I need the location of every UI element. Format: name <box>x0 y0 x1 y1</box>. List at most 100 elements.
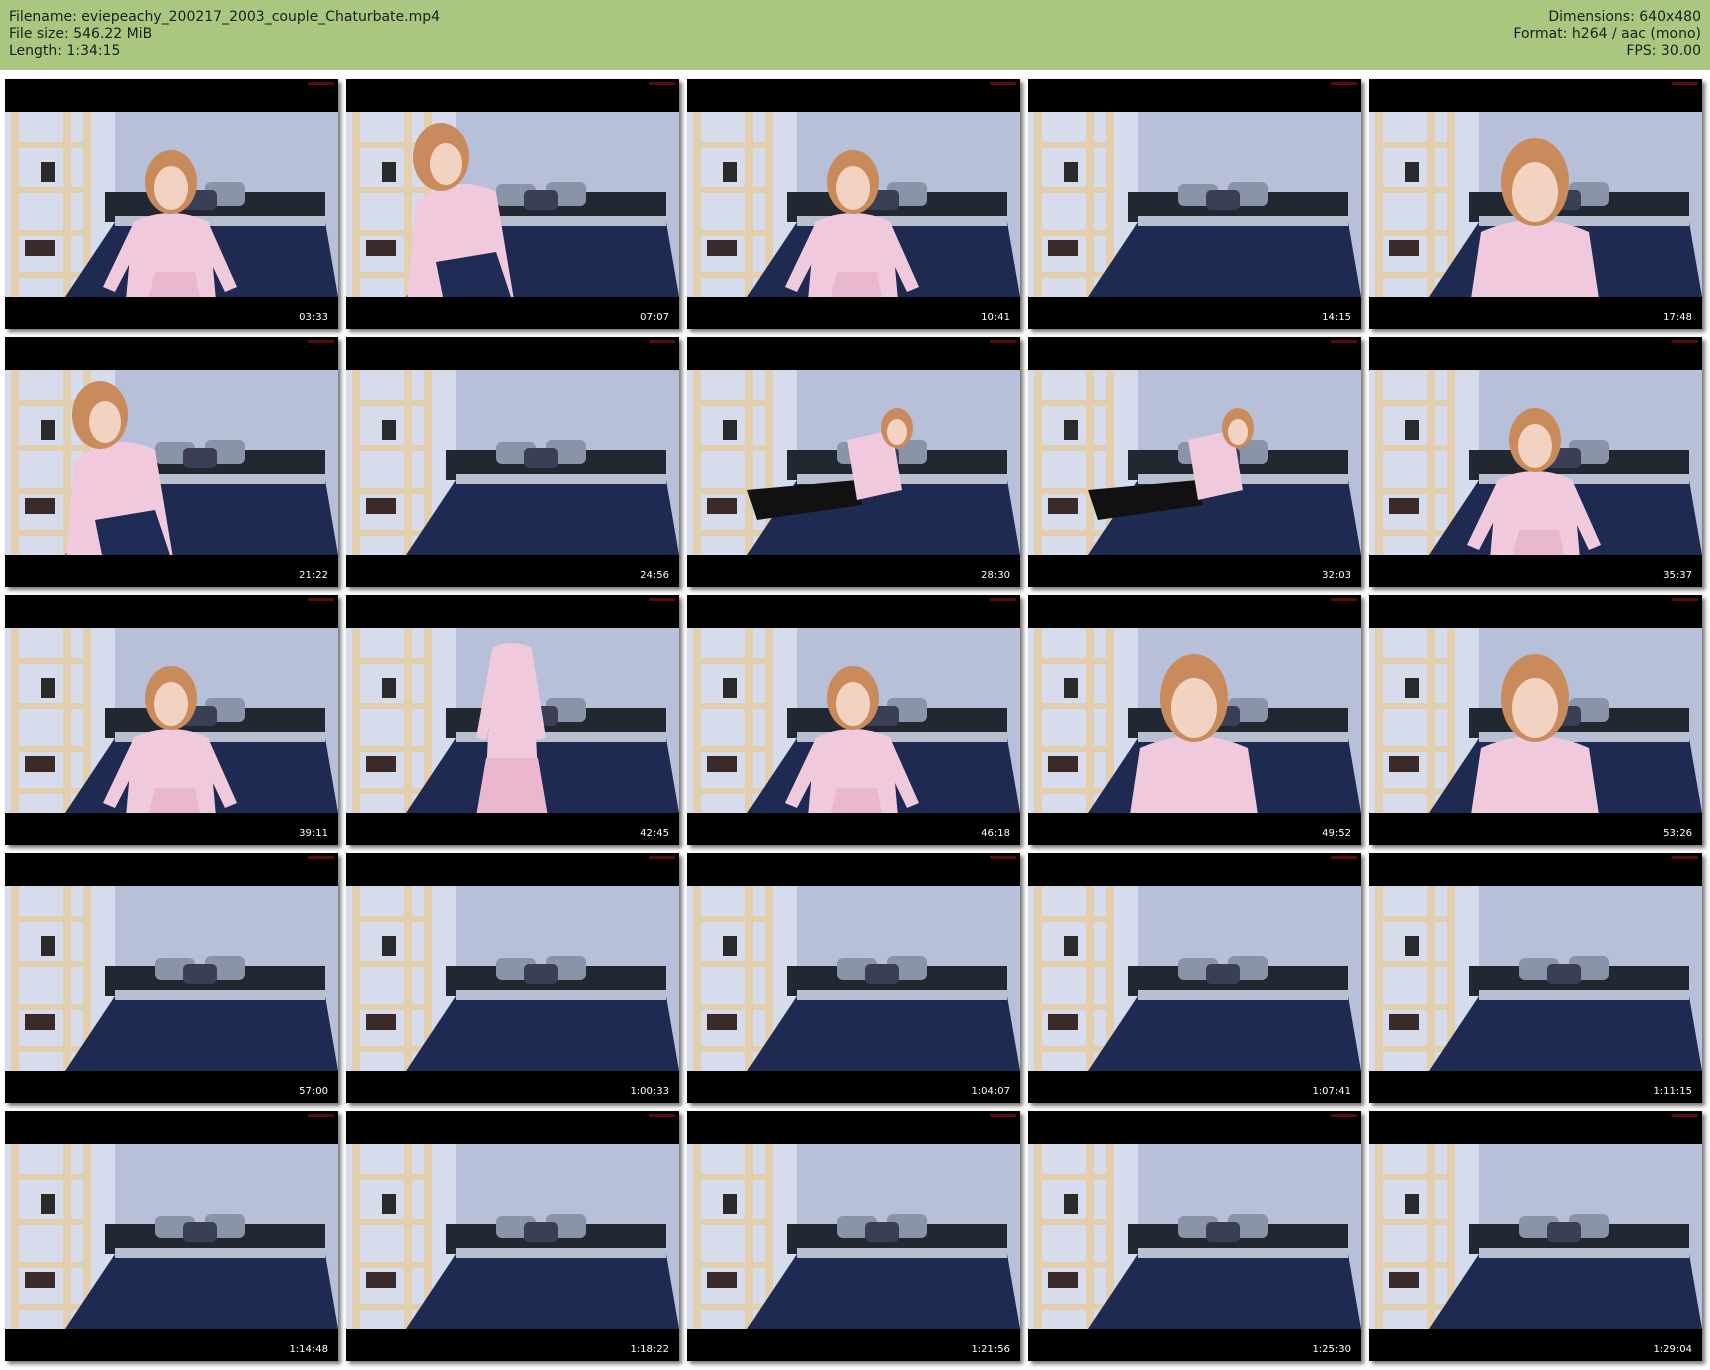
video-thumbnail: 10:41 <box>687 79 1020 329</box>
watermark-mark <box>1331 598 1357 601</box>
video-thumbnail: 03:33 <box>5 79 338 329</box>
watermark-mark <box>1672 340 1698 343</box>
room-scene <box>5 886 338 1071</box>
watermark-mark <box>990 598 1016 601</box>
watermark-mark <box>1672 598 1698 601</box>
watermark-mark <box>990 82 1016 85</box>
video-thumbnail: 1:04:07 <box>687 853 1020 1103</box>
thumbnail-frame <box>1028 1144 1361 1329</box>
thumbnail-frame <box>687 370 1020 555</box>
thumbnail-timestamp: 1:04:07 <box>971 1086 1010 1097</box>
thumbnail-timestamp: 35:37 <box>1663 570 1692 581</box>
format-text: Format: h264 / aac (mono) <box>1513 26 1701 42</box>
video-thumbnail: 28:30 <box>687 337 1020 587</box>
video-thumbnail: 21:22 <box>5 337 338 587</box>
room-scene <box>5 370 338 555</box>
thumbnail-timestamp: 21:22 <box>299 570 328 581</box>
room-scene <box>687 370 1020 555</box>
video-thumbnail: 1:14:48 <box>5 1111 338 1361</box>
watermark-mark <box>990 856 1016 859</box>
watermark-mark <box>1331 856 1357 859</box>
watermark-mark <box>990 340 1016 343</box>
video-thumbnail: 46:18 <box>687 595 1020 845</box>
filesize-text: File size: 546.22 MiB <box>9 26 153 42</box>
thumbnail-frame <box>346 1144 679 1329</box>
room-scene <box>1369 370 1702 555</box>
watermark-mark <box>990 1114 1016 1117</box>
thumbnail-frame <box>1369 886 1702 1071</box>
room-scene <box>5 628 338 813</box>
room-scene <box>687 886 1020 1071</box>
video-thumbnail: 1:00:33 <box>346 853 679 1103</box>
thumbnail-timestamp: 28:30 <box>981 570 1010 581</box>
room-scene <box>5 112 338 297</box>
video-thumbnail: 1:11:15 <box>1369 853 1702 1103</box>
thumbnail-timestamp: 10:41 <box>981 312 1010 323</box>
thumbnail-timestamp: 1:21:56 <box>971 1344 1010 1355</box>
video-thumbnail: 1:29:04 <box>1369 1111 1702 1361</box>
video-thumbnail: 07:07 <box>346 79 679 329</box>
thumbnail-frame <box>1028 370 1361 555</box>
watermark-mark <box>308 598 334 601</box>
video-thumbnail: 14:15 <box>1028 79 1361 329</box>
room-scene <box>346 112 679 297</box>
room-scene <box>346 628 679 813</box>
room-scene <box>687 112 1020 297</box>
thumbnail-frame <box>346 628 679 813</box>
video-thumbnail: 42:45 <box>346 595 679 845</box>
video-thumbnail: 53:26 <box>1369 595 1702 845</box>
watermark-mark <box>649 598 675 601</box>
thumbnail-timestamp: 17:48 <box>1663 312 1692 323</box>
thumbnail-timestamp: 14:15 <box>1322 312 1351 323</box>
video-thumbnail: 1:07:41 <box>1028 853 1361 1103</box>
room-scene <box>346 886 679 1071</box>
room-scene <box>1369 112 1702 297</box>
fps-text: FPS: 30.00 <box>1626 43 1701 59</box>
thumbnail-frame <box>346 370 679 555</box>
thumbnail-frame <box>346 886 679 1071</box>
video-thumbnail: 39:11 <box>5 595 338 845</box>
room-scene <box>1369 628 1702 813</box>
watermark-mark <box>1331 340 1357 343</box>
thumbnail-frame <box>1369 1144 1702 1329</box>
thumbnail-timestamp: 46:18 <box>981 828 1010 839</box>
watermark-mark <box>649 1114 675 1117</box>
room-scene <box>1028 886 1361 1071</box>
room-scene <box>1028 112 1361 297</box>
video-thumbnail: 1:21:56 <box>687 1111 1020 1361</box>
room-scene <box>1028 1144 1361 1329</box>
watermark-mark <box>308 856 334 859</box>
thumbnail-timestamp: 1:14:48 <box>289 1344 328 1355</box>
thumbnail-timestamp: 1:18:22 <box>630 1344 669 1355</box>
thumbnail-timestamp: 1:07:41 <box>1312 1086 1351 1097</box>
thumbnail-frame <box>1369 112 1702 297</box>
room-scene <box>1369 1144 1702 1329</box>
thumbnail-frame <box>5 886 338 1071</box>
stream-info: Dimensions: 640x480 Format: h264 / aac (… <box>1513 9 1701 60</box>
thumbnail-timestamp: 1:25:30 <box>1312 1344 1351 1355</box>
thumbnail-timestamp: 53:26 <box>1663 828 1692 839</box>
thumbnail-timestamp: 57:00 <box>299 1086 328 1097</box>
thumbnail-frame <box>5 112 338 297</box>
dimensions-text: Dimensions: 640x480 <box>1548 9 1701 25</box>
length-text: Length: 1:34:15 <box>9 43 121 59</box>
video-thumbnail: 24:56 <box>346 337 679 587</box>
video-thumbnail: 1:18:22 <box>346 1111 679 1361</box>
thumbnail-frame <box>687 628 1020 813</box>
thumbnail-grid: 03:33 07:07 10:41 14:15 17:48 21:22 24:5… <box>5 79 1705 1367</box>
watermark-mark <box>308 1114 334 1117</box>
watermark-mark <box>649 82 675 85</box>
room-scene <box>687 628 1020 813</box>
thumbnail-frame <box>1028 628 1361 813</box>
watermark-mark <box>1672 1114 1698 1117</box>
video-thumbnail: 1:25:30 <box>1028 1111 1361 1361</box>
watermark-mark <box>1672 856 1698 859</box>
thumbnail-frame <box>687 1144 1020 1329</box>
watermark-mark <box>649 340 675 343</box>
thumbnail-timestamp: 1:11:15 <box>1653 1086 1692 1097</box>
video-thumbnail: 17:48 <box>1369 79 1702 329</box>
thumbnail-frame <box>346 112 679 297</box>
room-scene <box>1028 370 1361 555</box>
video-thumbnail: 49:52 <box>1028 595 1361 845</box>
video-thumbnail: 57:00 <box>5 853 338 1103</box>
